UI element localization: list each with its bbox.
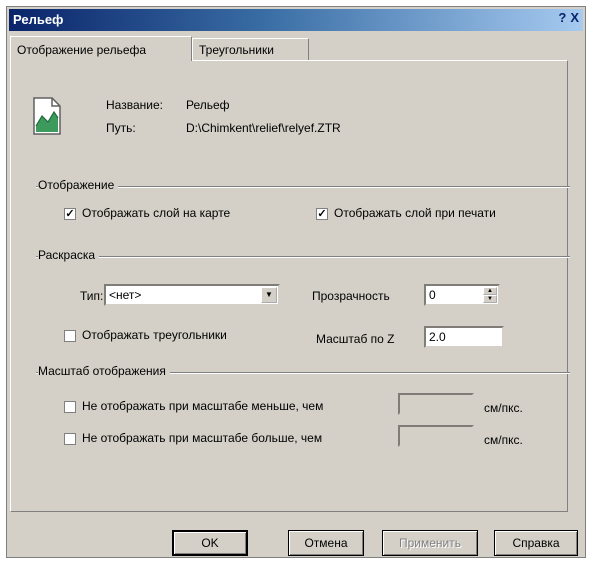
show-on-print-checkbox[interactable]: ✓ — [316, 208, 328, 220]
show-on-map-checkbox[interactable]: ✓ — [64, 208, 76, 220]
show-on-map-label[interactable]: Отображать слой на карте — [82, 206, 230, 220]
help-icon[interactable]: ? — [558, 10, 566, 25]
title-bar[interactable]: Рельеф ? X — [9, 9, 583, 31]
min-scale-checkbox[interactable] — [64, 401, 76, 413]
display-group-title: Отображение — [38, 178, 119, 192]
cancel-button[interactable]: Отмена — [288, 530, 364, 556]
min-scale-input[interactable] — [398, 393, 474, 415]
transparency-value: 0 — [429, 288, 436, 302]
name-value: Рельеф — [186, 98, 230, 112]
relief-layer-icon — [33, 97, 61, 135]
type-label: Тип: — [80, 289, 104, 303]
show-triangles-label[interactable]: Отображать треугольники — [82, 328, 227, 342]
show-triangles-checkbox[interactable] — [64, 330, 76, 342]
window-title: Рельеф — [13, 12, 64, 27]
spin-down-icon[interactable]: ▼ — [483, 295, 497, 303]
chevron-down-icon[interactable]: ▼ — [261, 287, 277, 303]
ok-button[interactable]: OK — [172, 530, 248, 556]
transparency-label: Прозрачность — [312, 289, 390, 303]
tab-relief-display[interactable]: Отображение рельефа — [10, 36, 192, 61]
spin-up-icon[interactable]: ▲ — [483, 287, 497, 295]
transparency-spinner[interactable]: 0 ▲ ▼ — [424, 284, 500, 306]
apply-button[interactable]: Применить — [382, 530, 478, 556]
coloring-group-title: Раскраска — [38, 248, 100, 262]
scale-group-title: Масштаб отображения — [38, 364, 170, 378]
tab-triangles[interactable]: Треугольники — [192, 38, 309, 60]
help-button[interactable]: Справка — [494, 530, 578, 556]
close-icon[interactable]: X — [570, 10, 579, 25]
type-select[interactable]: <нет> ▼ — [104, 284, 280, 306]
type-select-value: <нет> — [109, 288, 142, 302]
zscale-value: 2.0 — [429, 330, 446, 344]
max-scale-label[interactable]: Не отображать при масштабе больше, чем — [82, 431, 322, 445]
path-value: D:\Chimkent\relief\relyef.ZTR — [186, 121, 341, 135]
show-on-print-label[interactable]: Отображать слой при печати — [334, 206, 496, 220]
max-scale-checkbox[interactable] — [64, 433, 76, 445]
path-label: Путь: — [106, 121, 136, 135]
min-scale-unit: см/пкс. — [484, 401, 523, 415]
name-label: Название: — [106, 98, 163, 112]
min-scale-label[interactable]: Не отображать при масштабе меньше, чем — [82, 399, 323, 413]
max-scale-input[interactable] — [398, 425, 474, 447]
coloring-group-line — [36, 256, 570, 258]
max-scale-unit: см/пкс. — [484, 433, 523, 447]
zscale-label: Масштаб по Z — [316, 332, 395, 346]
zscale-input[interactable]: 2.0 — [424, 326, 504, 348]
